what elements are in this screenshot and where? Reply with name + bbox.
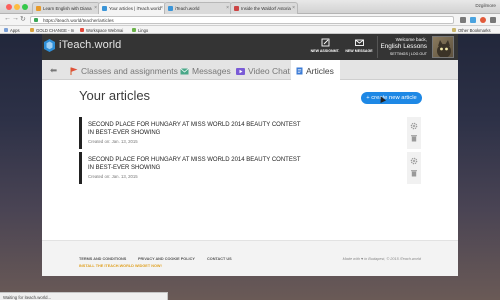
browser-tab-label: iTeach.world [175, 6, 200, 11]
video-icon [236, 68, 245, 75]
back-arrow-icon[interactable]: ← [4, 15, 11, 22]
browser-tab[interactable]: Learn English with Diana × [32, 2, 100, 14]
gear-icon[interactable] [410, 157, 418, 165]
account-links: SETTINGS | LOG OUT [390, 52, 427, 56]
terms-link[interactable]: TERMS AND CONDITIONS [79, 257, 126, 261]
welcome-greeting: Welcome back, [395, 37, 427, 42]
link-separator: | [408, 52, 410, 56]
tab-close-icon[interactable]: × [160, 5, 163, 11]
tab-label: Classes and assignments [81, 66, 178, 76]
article-card[interactable]: SECOND PLACE FOR HUNGARY AT MISS WORLD 2… [79, 152, 421, 184]
browser-user-name[interactable]: Dzgilmore [475, 3, 496, 8]
avatar[interactable] [432, 36, 454, 58]
extension-icon[interactable] [470, 17, 476, 23]
browser-tab[interactable]: iTeach.world × [164, 2, 232, 14]
browser-title-bar: Learn English with Diana × Your articles… [0, 0, 500, 15]
article-title[interactable]: SECOND PLACE FOR HUNGARY AT MISS WORLD 2… [88, 157, 308, 172]
url-text: https://iteach.world/teacher/articles [43, 18, 114, 23]
welcome-user-name: English Lessons [380, 43, 427, 50]
new-message-label: NEW MESSAGE [345, 49, 373, 53]
article-actions [407, 117, 421, 149]
tab-articles[interactable]: Articles [291, 60, 340, 80]
nav-back-icon[interactable]: ⬅ [50, 60, 57, 80]
bookmark-icon [132, 28, 136, 32]
favicon-icon [36, 6, 41, 11]
browser-tab-label: Learn English with Diana [43, 6, 92, 11]
close-window-button[interactable] [6, 4, 12, 10]
browser-tab-label: Inside the Waldorf Astoria [241, 6, 291, 11]
folder-icon [452, 28, 456, 32]
bookmark-item[interactable]: Apps [4, 28, 20, 33]
bookmark-icon [80, 28, 84, 32]
logo-text[interactable]: iTeach.world [59, 39, 121, 51]
tab-classes-and-assignments[interactable]: Classes and assignments [70, 60, 178, 80]
browser-tab-label: Your articles | iTeach.world [109, 6, 161, 11]
document-icon [296, 67, 303, 75]
logo-icon[interactable] [44, 39, 55, 52]
apps-icon [4, 28, 8, 32]
lock-icon [34, 18, 38, 22]
bookmark-item[interactable]: Lingo [132, 28, 148, 33]
tab-label: Messages [192, 66, 231, 76]
extension-icon[interactable] [480, 17, 486, 23]
tab-video-chat[interactable]: Video Chat [236, 60, 290, 80]
tab-label: Video Chat [248, 66, 290, 76]
favicon-icon [168, 6, 173, 11]
mail-icon [354, 39, 364, 46]
settings-link[interactable]: SETTINGS [390, 52, 408, 56]
header-divider [377, 36, 378, 58]
tab-close-icon[interactable]: × [226, 5, 229, 11]
article-card[interactable]: SECOND PLACE FOR HUNGARY AT MISS WORLD 2… [79, 117, 421, 149]
create-new-article-button[interactable]: + create new article [361, 92, 422, 104]
trash-icon[interactable] [410, 134, 418, 142]
star-icon[interactable] [460, 17, 466, 23]
trash-icon[interactable] [410, 169, 418, 177]
article-title[interactable]: SECOND PLACE FOR HUNGARY AT MISS WORLD 2… [88, 122, 308, 137]
footer-credits: Made with ♥ in Budapest, © 2015 iTeach.w… [342, 257, 421, 261]
bookmark-icon [30, 28, 34, 32]
bookmark-item[interactable]: Workspace Webmai [80, 28, 123, 33]
minimize-window-button[interactable] [14, 4, 20, 10]
tab-label: Articles [306, 66, 334, 76]
article-actions [407, 152, 421, 184]
forward-arrow-icon[interactable]: → [12, 15, 19, 22]
new-assignment-label: NEW ASSIGNMT. [310, 49, 340, 53]
mail-icon [180, 68, 189, 75]
other-bookmarks[interactable]: Other Bookmarks [452, 28, 491, 33]
page-title: Your articles [79, 88, 151, 103]
cat-avatar-image [437, 40, 451, 57]
pencil-icon [321, 38, 329, 47]
address-bar[interactable]: https://iteach.world/teacher/articles [30, 16, 454, 24]
tab-close-icon[interactable]: × [292, 5, 295, 11]
browser-toolbar: ← → ↻ https://iteach.world/teacher/artic… [0, 14, 500, 26]
bookmarks-bar: Apps GOLD CHANGE - In Workspace Webmai L… [0, 26, 500, 34]
browser-tab[interactable]: Inside the Waldorf Astoria × [230, 2, 298, 14]
gear-icon[interactable] [410, 122, 418, 130]
tab-messages[interactable]: Messages [180, 60, 231, 80]
new-message-button[interactable]: NEW MESSAGE [342, 38, 376, 53]
favicon-icon [234, 6, 239, 11]
reload-icon[interactable]: ↻ [20, 15, 26, 23]
menu-icon[interactable] [490, 17, 496, 23]
maximize-window-button[interactable] [22, 4, 28, 10]
bookmark-item[interactable]: GOLD CHANGE - In [30, 28, 74, 33]
article-created-date: Created on: Jan. 13, 2015 [88, 139, 138, 144]
logout-link[interactable]: LOG OUT [411, 52, 427, 56]
article-created-date: Created on: Jan. 13, 2015 [88, 174, 138, 179]
flag-icon [70, 67, 78, 75]
tab-close-icon[interactable]: × [94, 5, 97, 11]
new-assignment-button[interactable]: NEW ASSIGNMT. [308, 38, 342, 53]
install-widget-link[interactable]: INSTALL THE ITEACH.WORLD WIDGET NOW! [79, 264, 162, 268]
privacy-link[interactable]: PRIVACY AND COOKIE POLICY [138, 257, 195, 261]
contact-link[interactable]: CONTACT US [207, 257, 232, 261]
browser-status-bar: Waiting for iteach.world... [0, 292, 168, 300]
favicon-icon [102, 6, 107, 11]
